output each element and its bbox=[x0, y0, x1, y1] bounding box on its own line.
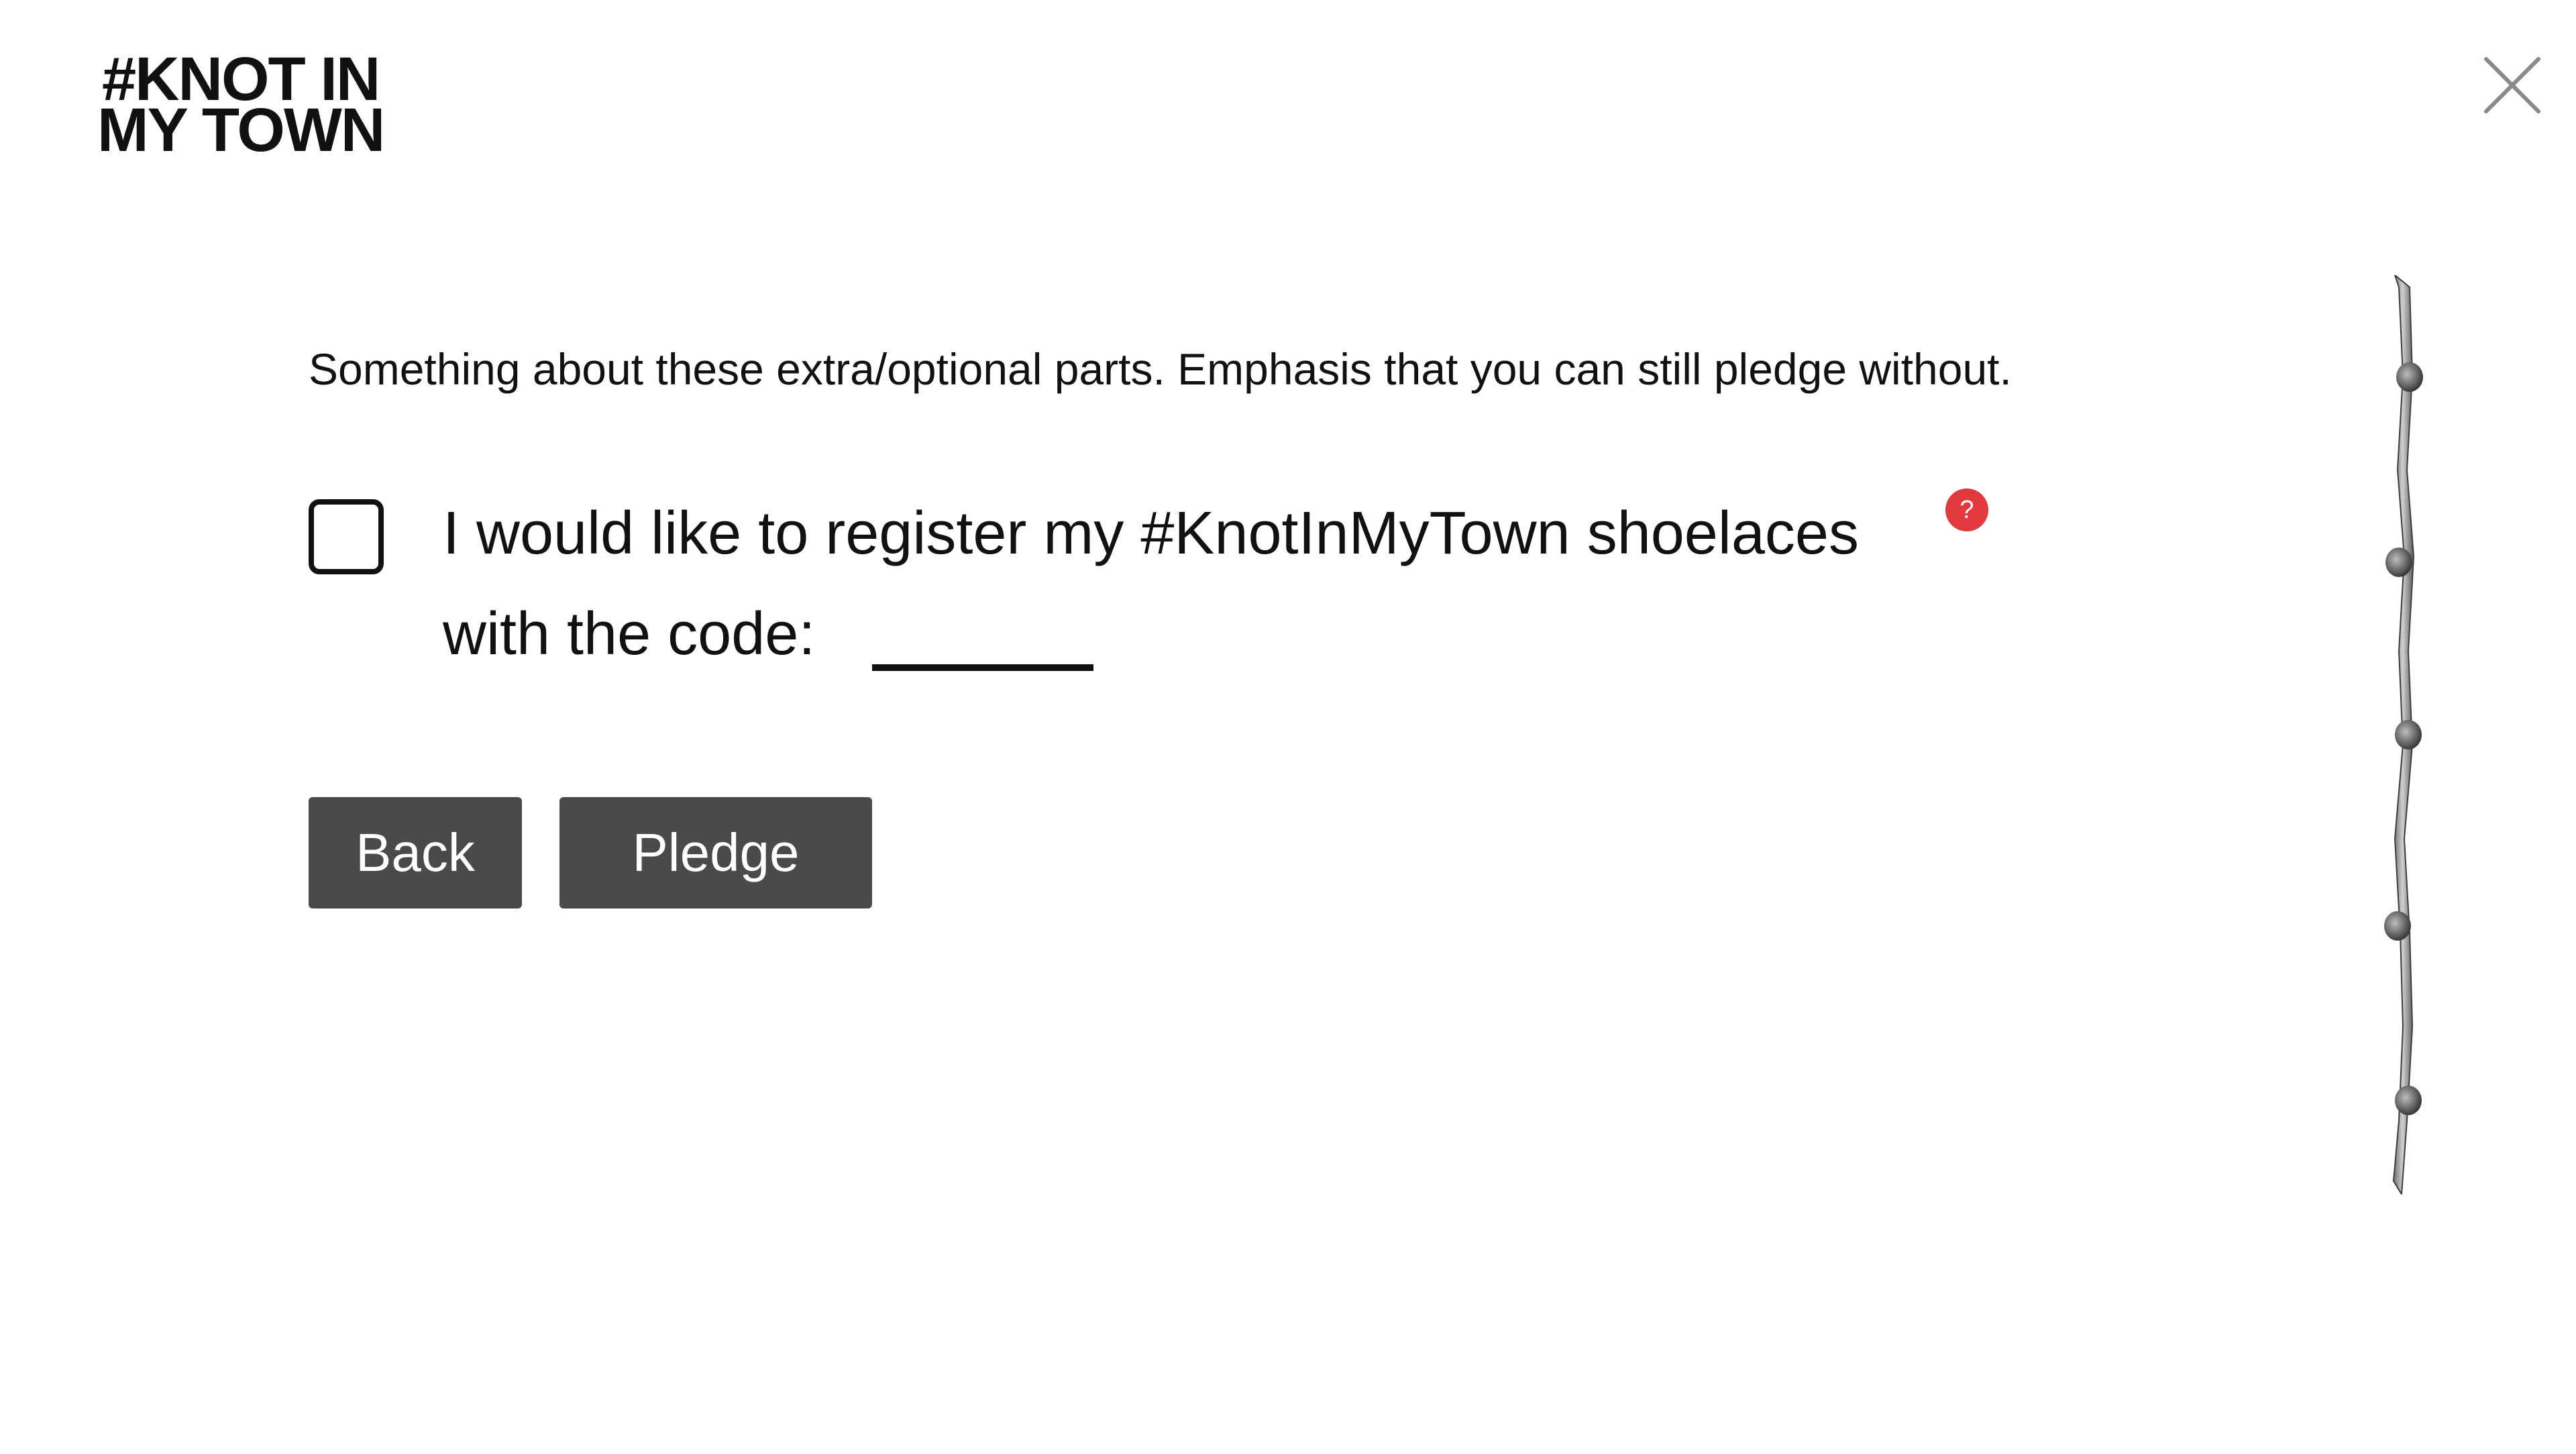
brand-logo: #KNOT IN MY TOWN bbox=[97, 48, 385, 164]
close-icon bbox=[2484, 57, 2540, 113]
shoelace-code-input[interactable] bbox=[872, 597, 1093, 671]
register-checkbox[interactable] bbox=[309, 499, 384, 574]
knotted-shoelace-image bbox=[2368, 275, 2442, 1194]
logo-line-2: MY TOWN bbox=[97, 96, 385, 164]
question-mark-icon[interactable]: ? bbox=[1945, 488, 1988, 531]
register-label-line-2: with the code: bbox=[443, 601, 816, 668]
register-shoelaces-option: I would like to register my #KnotInMyTow… bbox=[309, 483, 2053, 698]
pledge-button[interactable]: Pledge bbox=[559, 797, 872, 908]
close-button[interactable] bbox=[2482, 55, 2542, 115]
register-label-line-1: I would like to register my #KnotInMyTow… bbox=[443, 500, 1859, 567]
shoelace-illustration bbox=[2384, 275, 2423, 1194]
back-button[interactable]: Back bbox=[309, 797, 522, 908]
intro-text: Something about these extra/optional par… bbox=[309, 344, 2012, 394]
pledge-page: #KNOT IN MY TOWN Something about these e… bbox=[0, 0, 2576, 1454]
